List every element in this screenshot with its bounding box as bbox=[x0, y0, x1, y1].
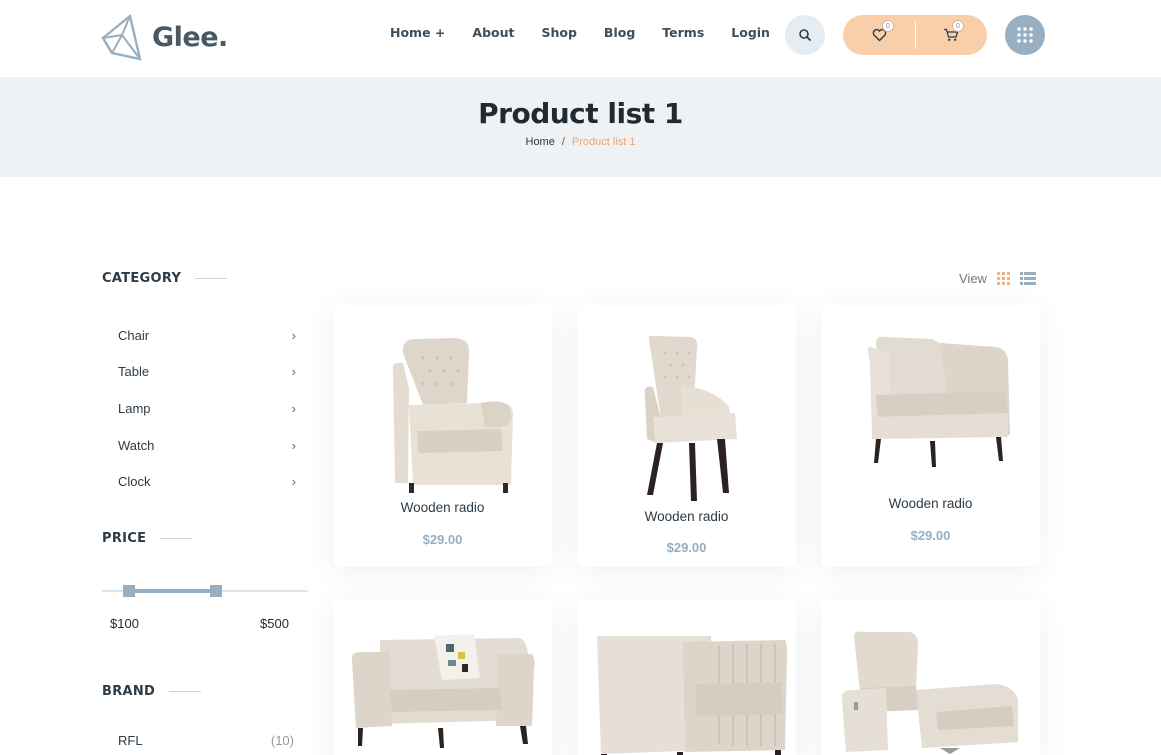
loveseat-image bbox=[351, 634, 535, 748]
recliner-chair-image bbox=[841, 631, 1018, 754]
channel-tufted-chair-image bbox=[596, 636, 787, 755]
slider-handle-max[interactable] bbox=[210, 585, 222, 597]
product-name[interactable]: Wooden radio bbox=[333, 500, 552, 515]
product-price: $29.00 bbox=[422, 532, 463, 547]
chevron-right-icon: › bbox=[291, 327, 296, 343]
logo-icon bbox=[101, 13, 142, 61]
category-item-watch[interactable]: Watch › bbox=[118, 427, 296, 464]
chevron-right-icon: › bbox=[291, 474, 296, 490]
product-name[interactable]: Wooden radio bbox=[577, 509, 796, 524]
category-label: Lamp bbox=[118, 400, 151, 416]
nav-terms[interactable]: Terms bbox=[662, 25, 704, 40]
grid-view-button[interactable] bbox=[996, 272, 1010, 285]
chevron-right-icon: › bbox=[291, 400, 296, 416]
price-max-value: $500 bbox=[260, 616, 289, 631]
wingback-armchair-image bbox=[392, 338, 513, 493]
dining-chair-image bbox=[644, 335, 737, 501]
heading-rule bbox=[169, 691, 202, 692]
category-heading: CATEGORY bbox=[102, 271, 228, 286]
lounge-armchair-image bbox=[867, 336, 1010, 467]
search-button[interactable] bbox=[785, 15, 825, 55]
product-card[interactable]: Wooden radio $29.00 bbox=[577, 305, 796, 567]
wishlist-button[interactable]: 0 bbox=[843, 15, 915, 55]
product-name[interactable]: Wooden radio bbox=[821, 496, 1040, 511]
category-label: Chair bbox=[118, 327, 150, 343]
cart-button[interactable]: 0 bbox=[915, 15, 987, 55]
page-banner: Product list 1 Home / Product list 1 bbox=[0, 77, 1161, 177]
product-card[interactable]: Wooden radio $29.00 bbox=[821, 305, 1040, 567]
site-header: Glee. Home + About Shop Blog Terms Login… bbox=[0, 0, 1161, 77]
view-toggle: View bbox=[959, 271, 1036, 286]
breadcrumb: Home / Product list 1 bbox=[0, 136, 1161, 148]
price-min-value: $100 bbox=[110, 616, 139, 631]
page-title: Product list 1 bbox=[478, 97, 683, 130]
grid-view-icon bbox=[996, 272, 1010, 285]
price-range-slider[interactable] bbox=[102, 584, 308, 598]
breadcrumb-home[interactable]: Home bbox=[526, 136, 555, 148]
heading-rule bbox=[160, 538, 193, 539]
logo-text: Glee. bbox=[152, 21, 228, 53]
chevron-right-icon: › bbox=[291, 364, 296, 380]
chevron-right-icon: › bbox=[291, 437, 296, 453]
brand-heading: BRAND bbox=[102, 684, 202, 699]
product-price: $29.00 bbox=[910, 528, 951, 543]
brand-item-rfl[interactable]: RFL (10) bbox=[118, 733, 294, 748]
product-card[interactable] bbox=[577, 600, 796, 755]
category-item-clock[interactable]: Clock › bbox=[118, 463, 296, 500]
nav-home[interactable]: Home + bbox=[390, 25, 445, 40]
search-icon bbox=[799, 29, 812, 42]
wishlist-cart-pill: 0 0 bbox=[843, 15, 987, 55]
nav-login[interactable]: Login bbox=[731, 25, 770, 40]
list-view-icon bbox=[1019, 272, 1036, 285]
category-heading-text: CATEGORY bbox=[102, 271, 182, 286]
category-label: Clock bbox=[118, 474, 151, 490]
grid-dots-icon bbox=[1017, 27, 1033, 43]
category-item-table[interactable]: Table › bbox=[118, 354, 296, 391]
product-card[interactable]: Wooden radio $29.00 bbox=[333, 305, 552, 567]
category-label: Table bbox=[118, 364, 150, 380]
view-label: View bbox=[959, 271, 987, 286]
product-price: $29.00 bbox=[666, 540, 707, 555]
list-view-button[interactable] bbox=[1019, 272, 1036, 285]
breadcrumb-separator: / bbox=[561, 136, 565, 148]
slider-handle-min[interactable] bbox=[123, 585, 135, 597]
nav-blog[interactable]: Blog bbox=[604, 25, 635, 40]
heading-rule bbox=[195, 278, 228, 279]
logo[interactable]: Glee. bbox=[100, 13, 228, 61]
main-nav: Home + About Shop Blog Terms Login bbox=[390, 25, 797, 40]
wishlist-count-badge: 0 bbox=[882, 20, 894, 32]
slider-range bbox=[129, 589, 217, 593]
brand-count: (10) bbox=[270, 733, 294, 748]
nav-shop[interactable]: Shop bbox=[541, 25, 576, 40]
category-list: Chair › Table › Lamp › Watch › Clock › bbox=[118, 317, 296, 500]
brand-name: RFL bbox=[118, 733, 143, 748]
price-heading: PRICE bbox=[102, 531, 193, 546]
menu-grid-button[interactable] bbox=[1005, 15, 1045, 55]
cart-count-badge: 0 bbox=[952, 20, 964, 32]
product-card[interactable] bbox=[333, 600, 552, 755]
category-label: Watch bbox=[118, 437, 155, 453]
product-card[interactable] bbox=[821, 600, 1040, 755]
brand-heading-text: BRAND bbox=[102, 684, 156, 699]
price-heading-text: PRICE bbox=[102, 531, 147, 546]
nav-about[interactable]: About bbox=[472, 25, 514, 40]
category-item-chair[interactable]: Chair › bbox=[118, 317, 296, 354]
category-item-lamp[interactable]: Lamp › bbox=[118, 390, 296, 427]
breadcrumb-current: Product list 1 bbox=[571, 136, 636, 148]
